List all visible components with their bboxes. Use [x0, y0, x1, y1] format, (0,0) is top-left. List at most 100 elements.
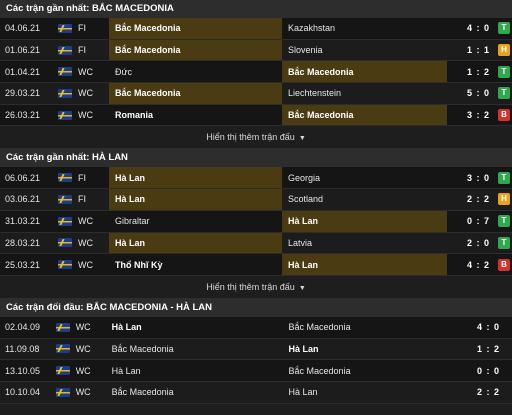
home-team[interactable]: Thổ Nhĩ Kỳ [109, 254, 282, 275]
match-date: 10.10.04 [5, 387, 41, 398]
chevron-down-icon: ▼ [298, 284, 306, 292]
match-score: 3 : 2 [466, 110, 490, 121]
competition-code: FI [78, 194, 86, 205]
away-team[interactable]: Bắc Macedonia [282, 61, 447, 83]
home-team[interactable]: Đức [109, 61, 282, 82]
away-team[interactable]: Slovenia [282, 40, 447, 61]
section-header-h2h: Các trận đối đầu: BẮC MACEDONIA - HÀ LAN [0, 297, 512, 317]
competition-code: WC [78, 88, 93, 99]
home-team[interactable]: Hà Lan [106, 317, 283, 338]
away-team[interactable]: Kazakhstan [282, 18, 447, 39]
match-score: 2 : 2 [466, 194, 490, 205]
match-row[interactable]: 29.03.21 WC Bắc Macedonia Liechtenstein … [0, 83, 512, 105]
match-row[interactable]: 01.04.21 WC Đức Bắc Macedonia 1 : 2 T [0, 61, 512, 84]
home-team[interactable]: Bắc Macedonia [106, 339, 283, 360]
match-score: 4 : 0 [466, 23, 490, 34]
result-badge: T [498, 87, 510, 100]
result-badge: B [498, 109, 510, 122]
match-date: 01.06.21 [5, 45, 41, 56]
match-date: 01.04.21 [5, 66, 41, 77]
match-date: 13.10.05 [5, 365, 41, 376]
home-team[interactable]: Hà Lan [106, 360, 283, 381]
result-badge: T [498, 236, 510, 249]
show-more-matches-link[interactable]: Hiển thị thêm trận đấu ▼ [0, 126, 512, 149]
competition-code: WC [75, 343, 91, 354]
match-list-team2: 06.06.21 FI Hà Lan Georgia 3 : 0 T 03.06… [0, 167, 512, 276]
match-history-panel: Các trận gần nhất: BẮC MACEDONIA 04.06.2… [0, 0, 512, 404]
away-team[interactable]: Hà Lan [282, 210, 447, 232]
match-score: 1 : 1 [466, 45, 490, 56]
match-row[interactable]: 25.03.21 WC Thổ Nhĩ Kỳ Hà Lan 4 : 2 B [0, 254, 512, 276]
show-more-label: Hiển thị thêm trận đấu [206, 132, 295, 143]
result-badge: T [498, 22, 510, 35]
home-team[interactable]: Romania [109, 105, 282, 126]
show-more-label: Hiển thị thêm trận đấu [206, 281, 295, 292]
match-score: 0 : 7 [466, 216, 490, 227]
trophy-flag-icon [56, 366, 70, 376]
home-team[interactable]: Bắc Macedonia [106, 382, 283, 403]
competition-code: WC [78, 259, 93, 270]
match-row[interactable]: 02.04.09 WC Hà Lan Bắc Macedonia 4 : 0 [0, 316, 512, 339]
match-score: 0 : 0 [476, 365, 500, 376]
home-team[interactable]: Bắc Macedonia [109, 83, 282, 104]
trophy-flag-icon [58, 216, 72, 226]
home-team[interactable]: Hà Lan [109, 167, 282, 189]
match-date: 26.03.21 [5, 110, 41, 121]
competition-code: WC [78, 216, 93, 227]
trophy-flag-icon [58, 173, 72, 183]
away-team[interactable]: Georgia [282, 167, 447, 188]
home-team[interactable]: Gibraltar [109, 211, 282, 232]
trophy-flag-icon [58, 45, 72, 55]
match-date: 28.03.21 [5, 237, 41, 248]
match-date: 02.04.09 [5, 322, 41, 333]
show-more-matches-link[interactable]: Hiển thị thêm trận đấu ▼ [0, 275, 512, 298]
match-score: 3 : 0 [466, 172, 490, 183]
trophy-flag-icon [58, 67, 72, 77]
competition-code: WC [75, 365, 91, 376]
match-score: 2 : 0 [466, 237, 490, 248]
match-row[interactable]: 28.03.21 WC Hà Lan Latvia 2 : 0 T [0, 232, 512, 255]
match-row[interactable]: 03.06.21 FI Hà Lan Scotland 2 : 2 H [0, 189, 512, 211]
home-team[interactable]: Bắc Macedonia [109, 18, 282, 39]
match-date: 11.09.08 [5, 343, 40, 354]
trophy-flag-icon [58, 88, 72, 98]
trophy-flag-icon [56, 387, 70, 397]
match-row[interactable]: 01.06.21 FI Bắc Macedonia Slovenia 1 : 1… [0, 39, 512, 62]
match-row[interactable]: 26.03.21 WC Romania Bắc Macedonia 3 : 2 … [0, 104, 512, 127]
away-team[interactable]: Hà Lan [282, 254, 447, 275]
match-score: 1 : 2 [476, 343, 500, 354]
section-header-team1: Các trận gần nhất: BẮC MACEDONIA [0, 0, 512, 18]
away-team[interactable]: Latvia [282, 233, 447, 254]
match-row[interactable]: 31.03.21 WC Gibraltar Hà Lan 0 : 7 T [0, 210, 512, 233]
match-row[interactable]: 06.06.21 FI Hà Lan Georgia 3 : 0 T [0, 167, 512, 190]
trophy-flag-icon [58, 110, 72, 120]
match-list-team1: 04.06.21 FI Bắc Macedonia Kazakhstan 4 :… [0, 18, 512, 127]
result-badge: B [498, 258, 510, 271]
match-score: 5 : 0 [466, 88, 490, 99]
match-row[interactable]: 04.06.21 FI Bắc Macedonia Kazakhstan 4 :… [0, 18, 512, 40]
match-score: 1 : 2 [466, 66, 490, 77]
away-team[interactable]: Bắc Macedonia [282, 104, 447, 126]
trophy-flag-icon [56, 344, 70, 354]
chevron-down-icon: ▼ [298, 135, 306, 143]
competition-code: WC [75, 387, 91, 398]
away-team[interactable]: Scotland [282, 189, 447, 210]
match-row[interactable]: 11.09.08 WC Bắc Macedonia Hà Lan 1 : 2 [0, 338, 512, 361]
match-score: 2 : 2 [476, 387, 500, 398]
match-score: 4 : 0 [476, 322, 500, 333]
match-date: 03.06.21 [5, 194, 41, 205]
away-team[interactable]: Hà Lan [283, 339, 449, 360]
away-team[interactable]: Bắc Macedonia [283, 317, 449, 338]
section-header-team2: Các trận gần nhất: HÀ LAN [0, 148, 512, 168]
result-badge: H [498, 193, 510, 206]
away-team[interactable]: Liechtenstein [282, 83, 447, 104]
home-team[interactable]: Bắc Macedonia [109, 39, 282, 61]
home-team[interactable]: Hà Lan [109, 232, 282, 254]
away-team[interactable]: Bắc Macedonia [283, 360, 449, 381]
match-row[interactable]: 10.10.04 WC Bắc Macedonia Hà Lan 2 : 2 [0, 381, 512, 404]
away-team[interactable]: Hà Lan [283, 382, 449, 403]
home-team[interactable]: Hà Lan [109, 189, 282, 210]
trophy-flag-icon [58, 260, 72, 270]
match-row[interactable]: 13.10.05 WC Hà Lan Bắc Macedonia 0 : 0 [0, 360, 512, 382]
match-date: 31.03.21 [5, 216, 41, 227]
